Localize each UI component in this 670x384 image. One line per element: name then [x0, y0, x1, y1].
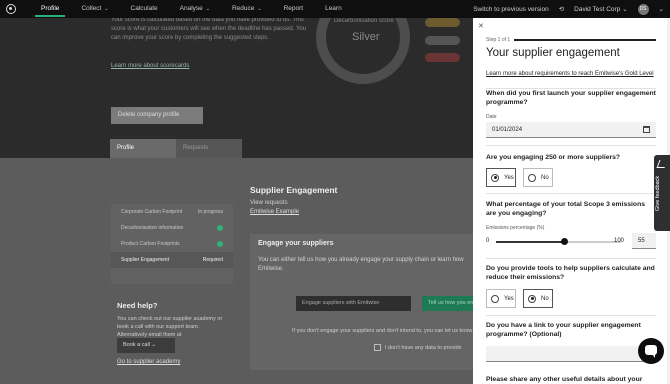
score-description: Your score is calculated based on the da… [111, 18, 307, 41]
avatar[interactable]: DS [637, 3, 649, 15]
give-feedback-tab[interactable]: Give feedback [654, 155, 670, 231]
nav-item-learn[interactable]: Learn [314, 0, 353, 18]
engage-text: You can either tell us how you already e… [258, 257, 464, 272]
step-label: Step 1 of 1 [486, 37, 511, 43]
slider-max: 100 [614, 238, 625, 244]
emissions-percentage-input[interactable]: 55 [632, 233, 656, 249]
book-call-button[interactable]: Book a call ⌄ [117, 338, 175, 353]
chevron-down-icon: ⌄ [104, 6, 109, 12]
example-link[interactable]: Emitwise Example [250, 209, 299, 215]
help-title: Need help? [117, 301, 158, 310]
list-item[interactable]: Decarbonisation information [111, 220, 233, 236]
emissions-slider-row: 0 100 55 [486, 233, 656, 250]
divider [486, 193, 656, 194]
question-supplier-tools: Do you provide tools to help suppliers c… [486, 265, 655, 281]
radio-yes-tools[interactable]: Yes [486, 289, 516, 308]
divider [486, 315, 656, 316]
status-badge [425, 36, 460, 45]
nav-item-report[interactable]: Report [273, 0, 315, 18]
check-icon [217, 225, 223, 231]
radio-no-250[interactable]: No [523, 168, 553, 187]
programme-link-input[interactable] [486, 346, 656, 362]
chevron-down-icon: ⌄ [257, 6, 262, 12]
question-scope3-percentage: What percentage of your total Scope 3 em… [486, 201, 646, 217]
check-icon [217, 241, 223, 247]
gauge-value: Silver [352, 31, 380, 43]
top-nav: Profile Collect ⌄ Calculate Analyse ⌄ Reduce ⌄ R… [0, 0, 670, 18]
list-item[interactable]: Product Carbon Footprints [111, 236, 233, 252]
engage-suppliers-button[interactable]: Engage suppliers with Emitwise [296, 296, 411, 311]
chevron-down-icon: ⌄ [205, 6, 210, 12]
engage-title: Engage your suppliers [258, 240, 334, 247]
radio-icon [528, 294, 536, 303]
date-field[interactable]: 01/01/2024 [486, 122, 656, 138]
chat-icon [645, 345, 657, 358]
feedback-label: Give feedback [655, 175, 661, 211]
refresh-icon[interactable]: ⟲ [559, 5, 564, 13]
question-programme-link: Do you have a link to your supplier enga… [486, 322, 641, 338]
company-selector[interactable]: David Test Corp ⌄ [574, 5, 627, 13]
requirements-section: Corporate Carbon Footprint In progress De… [0, 158, 473, 384]
emissions-label: Emissions percentage (%) [486, 225, 545, 231]
nav-item-collect[interactable]: Collect ⌄ [70, 0, 119, 18]
close-icon[interactable]: ✕ [478, 22, 484, 30]
question-launch-date: When did you first launch your supplier … [486, 90, 656, 106]
tab-requests[interactable]: Requests [176, 139, 242, 158]
calendar-icon[interactable] [643, 126, 650, 133]
nav-items: Profile Collect ⌄ Calculate Analyse ⌄ Reduce ⌄ R… [30, 0, 353, 18]
tab-profile[interactable]: Profile [110, 139, 176, 158]
divider [486, 145, 656, 146]
question-250-suppliers: Are you engaging 250 or more suppliers? [486, 154, 621, 161]
nodata-checkbox[interactable]: I don't have any data to provide [374, 344, 462, 351]
nav-item-reduce[interactable]: Reduce ⌄ [221, 0, 273, 18]
chevron-down-icon: ⌄ [151, 342, 157, 348]
score-section: Your score is calculated based on the da… [0, 18, 473, 158]
panel-title: Your supplier engagement [486, 47, 620, 59]
chat-button[interactable] [638, 338, 664, 364]
gold-level-link[interactable]: Learn more about requirements to reach E… [486, 71, 654, 77]
emitwise-logo-icon[interactable] [6, 4, 16, 14]
radio-icon [491, 294, 499, 303]
nav-item-analyse[interactable]: Analyse ⌄ [169, 0, 221, 18]
score-gauge [316, 18, 410, 84]
slider-fill [496, 241, 565, 243]
nav-item-profile[interactable]: Profile [30, 0, 70, 18]
chevron-down-icon[interactable]: ⌄ [659, 5, 664, 13]
nav-item-calculate[interactable]: Calculate [120, 0, 169, 18]
radio-no-tools[interactable]: No [523, 289, 553, 308]
status-badge [425, 53, 460, 62]
delete-profile-button[interactable]: Delete company profile [111, 107, 203, 124]
background-page: Your score is calculated based on the da… [0, 18, 473, 384]
radio-icon [528, 173, 536, 182]
chevron-down-icon: ⌄ [622, 6, 628, 13]
tell-us-button[interactable]: Tell us how you engage [422, 296, 473, 311]
list-item[interactable]: Supplier Engagement Required [111, 252, 233, 268]
slider-thumb[interactable] [561, 238, 569, 245]
academy-link[interactable]: Go to supplier academy [117, 359, 180, 365]
profile-tabs: Profile Requests [110, 139, 242, 158]
radio-yes-250[interactable]: Yes [486, 168, 516, 187]
section-subtitle: View requests [250, 200, 288, 206]
nav-right: Switch to previous version ⟲ David Test … [473, 3, 664, 15]
slider-min: 0 [486, 238, 490, 244]
pencil-icon [656, 160, 668, 168]
divider [486, 258, 656, 259]
question-other-details: Please share any other useful details ab… [486, 376, 643, 383]
radio-icon [491, 173, 499, 182]
scorecards-link[interactable]: Learn more about scorecards [111, 63, 189, 69]
gauge-label: Decarbonisation score [334, 18, 394, 24]
date-label: Date [486, 114, 497, 120]
emissions-slider[interactable] [496, 238, 621, 245]
nodata-text: If you don't engage your suppliers and d… [292, 328, 473, 334]
switch-version-link[interactable]: Switch to previous version [473, 6, 549, 13]
supplier-engagement-panel: ✕ Step 1 of 1 Your supplier engagement L… [473, 18, 670, 384]
step-progress-bar [514, 39, 656, 41]
checkbox-icon[interactable] [374, 344, 381, 351]
progress-list: Corporate Carbon Footprint In progress De… [111, 204, 233, 284]
section-title: Supplier Engagement [250, 185, 338, 195]
list-item[interactable]: Corporate Carbon Footprint In progress [111, 204, 233, 220]
status-badge [425, 18, 460, 27]
